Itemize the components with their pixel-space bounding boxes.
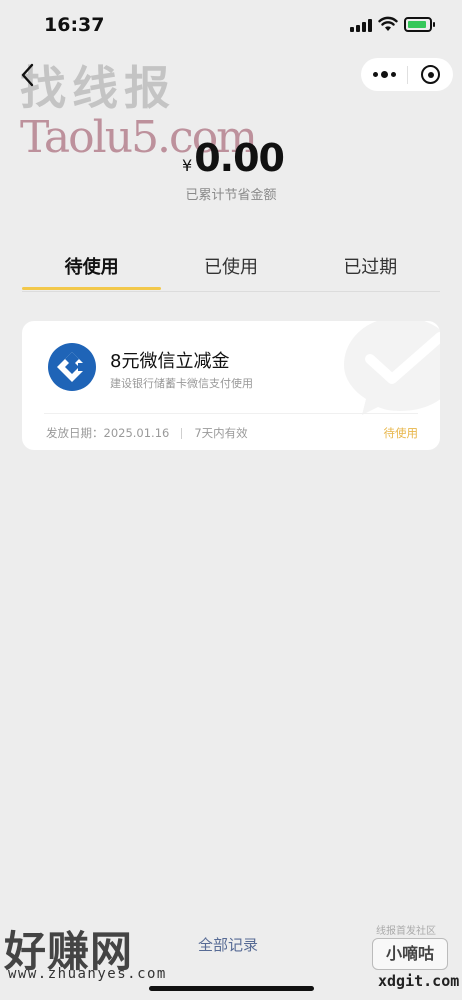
back-icon — [21, 63, 34, 87]
amount-label: 已累计节省金额 — [185, 188, 277, 203]
battery-icon — [404, 17, 435, 32]
coupon-issue-date: 发放日期：2025.01.16 — [46, 426, 170, 440]
status-time: 16:37 — [44, 14, 105, 36]
watermark-haozhuan-url: www.zhuanyes.com — [8, 966, 167, 982]
coupon-divider — [44, 413, 418, 414]
coupon-title: 8元微信立减金 — [110, 351, 230, 372]
status-bar: 16:37 — [0, 0, 462, 48]
watermark-top: 找线报 — [20, 61, 176, 115]
coupon-date-row: 发放日期：2025.01.16 7天内有效 — [46, 425, 248, 441]
coupon-subtitle: 建设银行储蓄卡微信支付使用 — [110, 377, 253, 390]
amount-value: 0.00 — [194, 136, 285, 180]
coupon-tabs: 待使用 已使用 已过期 — [22, 248, 440, 292]
currency-symbol: ¥ — [182, 156, 193, 175]
back-button[interactable] — [12, 58, 42, 92]
watermark-xdg-top: 线报首发社区 — [376, 926, 436, 937]
signal-icon — [350, 19, 372, 32]
close-miniprogram-button[interactable] — [408, 58, 453, 91]
active-tab-indicator — [22, 287, 161, 290]
coupon-card[interactable]: 8元微信立减金 建设银行储蓄卡微信支付使用 发放日期：2025.01.16 7天… — [22, 321, 440, 450]
all-records-link[interactable]: 全部记录 — [198, 934, 258, 955]
more-icon — [372, 71, 396, 78]
close-miniprogram-icon — [421, 65, 440, 84]
tab-expired[interactable]: 已过期 — [301, 248, 440, 292]
home-indicator — [149, 986, 314, 991]
wifi-icon — [378, 16, 398, 31]
watermark-xdg-url: xdgit.com — [378, 972, 460, 990]
coupon-status-badge: 待使用 — [383, 426, 419, 440]
tab-pending[interactable]: 待使用 — [22, 248, 161, 292]
miniprogram-capsule — [361, 58, 453, 91]
ccb-bank-logo-icon — [48, 343, 96, 391]
tabs-divider — [22, 291, 440, 292]
saved-amount: ¥ 0.00 — [182, 136, 285, 180]
date-separator — [181, 427, 183, 439]
watermark-xdg-name: 小嘀咕 — [372, 938, 448, 970]
wechat-pay-watermark-icon — [344, 321, 440, 415]
tab-used[interactable]: 已使用 — [161, 248, 300, 292]
more-button[interactable] — [361, 58, 407, 91]
coupon-validity: 7天内有效 — [194, 426, 248, 440]
